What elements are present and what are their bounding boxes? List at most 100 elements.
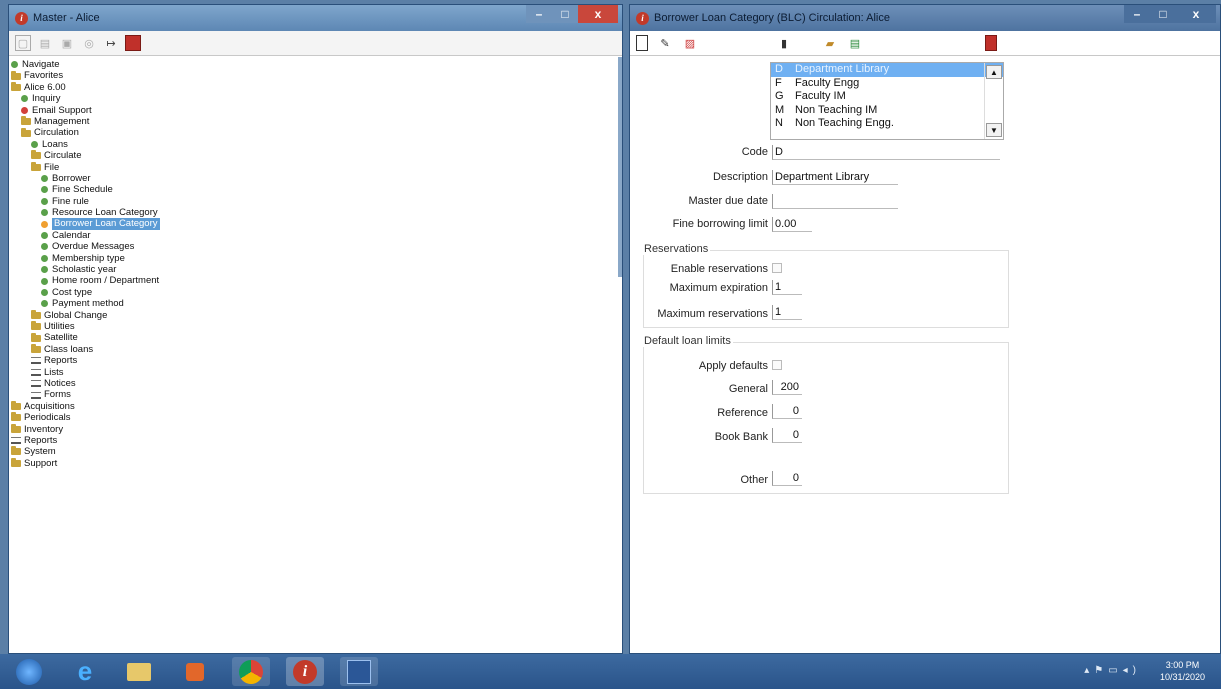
category-list-item[interactable]: M Non Teaching IM <box>771 104 1003 118</box>
clock[interactable]: 3:00 PM 10/31/2020 <box>1160 659 1205 683</box>
book-bank-field[interactable]: 0 <box>772 428 802 443</box>
save-icon[interactable]: ▮ <box>776 35 792 51</box>
alice-taskbar-icon[interactable]: i <box>286 657 324 686</box>
tree-item[interactable]: Alice 6.00 <box>9 82 622 93</box>
tree-item[interactable]: Periodicals <box>9 412 622 423</box>
tree-item[interactable]: Calendar <box>9 230 622 241</box>
tree-item[interactable]: Payment method <box>9 298 622 309</box>
tree-item[interactable]: Inquiry <box>9 93 622 104</box>
volume-icon[interactable]: ◂) <box>1123 665 1141 676</box>
master-titlebar[interactable]: i Master - Alice – □ x <box>9 5 622 31</box>
refresh-icon[interactable]: ◎ <box>81 35 97 51</box>
tree-item-label: Borrower <box>52 172 91 184</box>
edit-icon[interactable]: ▤ <box>37 35 53 51</box>
tree-item[interactable]: Favorites <box>9 70 622 81</box>
tree-item[interactable]: File <box>9 162 622 173</box>
exit-door-icon[interactable] <box>125 35 141 51</box>
tree-item[interactable]: Lists <box>9 367 622 378</box>
start-button[interactable] <box>10 657 48 686</box>
tree-item[interactable]: Circulate <box>9 150 622 161</box>
category-list-item[interactable]: F Faculty Engg <box>771 77 1003 91</box>
tree-item[interactable]: Fine Schedule <box>9 184 622 195</box>
tree-item[interactable]: Class loans <box>9 344 622 355</box>
flag-icon[interactable]: ⚑ <box>1094 665 1108 676</box>
tree-item[interactable]: Navigate <box>9 59 622 70</box>
tree-item[interactable]: Home room / Department <box>9 275 622 286</box>
new-record-icon[interactable] <box>636 35 648 51</box>
category-list-item[interactable]: G Faculty IM <box>771 90 1003 104</box>
network-icon[interactable]: ▭ <box>1108 665 1122 676</box>
word-icon[interactable] <box>340 657 378 686</box>
tree-item[interactable]: Utilities <box>9 321 622 332</box>
maximize-button[interactable]: □ <box>1150 5 1176 23</box>
tree-item[interactable]: Loans <box>9 139 622 150</box>
tree-item[interactable]: Notices <box>9 378 622 389</box>
maximum-expiration-field[interactable]: 1 <box>772 280 802 295</box>
category-list-item[interactable]: N Non Teaching Engg. <box>771 117 1003 131</box>
tree-item-label: Calendar <box>52 229 91 241</box>
internet-explorer-icon[interactable]: e <box>66 656 104 686</box>
tree-item[interactable]: Email Support <box>9 105 622 116</box>
tree-item[interactable]: Scholastic year <box>9 264 622 275</box>
file-explorer-icon[interactable] <box>120 657 158 686</box>
edit-record-icon[interactable]: ✎ <box>657 35 673 51</box>
maximize-button[interactable]: □ <box>552 5 578 23</box>
tree-item[interactable]: Borrower <box>9 173 622 184</box>
close-button[interactable]: x <box>1176 5 1216 23</box>
code-field[interactable]: D <box>772 145 1000 160</box>
tree-item[interactable]: Membership type <box>9 253 622 264</box>
minimize-button[interactable]: – <box>1124 5 1150 23</box>
tree-item[interactable]: Borrower Loan Category <box>9 218 622 230</box>
other-field[interactable]: 0 <box>772 471 802 486</box>
new-icon[interactable]: ▢ <box>15 35 31 51</box>
tree-item-label: Utilities <box>44 320 75 332</box>
folder-icon <box>11 412 21 422</box>
tree-item[interactable]: Global Change <box>9 310 622 321</box>
tree-item[interactable]: Cost type <box>9 287 622 298</box>
tree-item[interactable]: Reports <box>9 355 622 366</box>
green-dot-icon <box>41 300 48 308</box>
list-scrollbar[interactable]: ▲ ▼ <box>984 63 1003 139</box>
apply-defaults-checkbox[interactable] <box>772 360 782 370</box>
open-icon[interactable]: ▰ <box>822 35 838 51</box>
delete-record-icon[interactable]: ▨ <box>682 35 698 51</box>
tree-item[interactable]: Support <box>9 458 622 469</box>
tree-item[interactable]: Reports <box>9 435 622 446</box>
scroll-down-arrow-icon[interactable]: ▼ <box>986 123 1002 137</box>
tree-item[interactable]: Resource Loan Category <box>9 207 622 218</box>
exit-door-icon[interactable] <box>985 35 997 51</box>
tray-arrow-icon[interactable]: ▴ <box>1084 665 1094 676</box>
folder-icon <box>21 127 31 137</box>
blc-titlebar[interactable]: i Borrower Loan Category (BLC) Circulati… <box>630 5 1220 31</box>
navigate-icon[interactable]: ↦ <box>103 35 119 51</box>
scroll-up-arrow-icon[interactable]: ▲ <box>986 65 1002 79</box>
reference-field[interactable]: 0 <box>772 404 802 419</box>
category-list-item[interactable]: D Department Library <box>771 63 1003 77</box>
tree-scrollbar[interactable] <box>618 57 622 277</box>
tree-item[interactable]: Acquisitions <box>9 401 622 412</box>
tree-item[interactable]: Satellite <box>9 332 622 343</box>
description-field[interactable]: Department Library <box>772 170 898 185</box>
fine-borrowing-limit-field[interactable]: 0.00 <box>772 217 812 232</box>
reservations-group-title: Reservations <box>642 243 711 255</box>
tree-item[interactable]: Circulation <box>9 127 622 138</box>
chrome-icon[interactable] <box>232 657 270 686</box>
tree-item[interactable]: Overdue Messages <box>9 241 622 252</box>
minimize-button[interactable]: – <box>526 5 552 23</box>
media-player-icon[interactable] <box>176 657 214 686</box>
general-field[interactable]: 200 <box>772 380 802 395</box>
category-listbox[interactable]: D Department Library F Faculty Engg G Faculty… <box>770 62 1004 140</box>
master-due-date-field[interactable] <box>772 194 898 209</box>
maximum-reservations-field[interactable]: 1 <box>772 305 802 320</box>
enable-reservations-checkbox[interactable] <box>772 263 782 273</box>
tree-item[interactable]: Forms <box>9 389 622 400</box>
close-button[interactable]: x <box>578 5 618 23</box>
tree-item[interactable]: Inventory <box>9 424 622 435</box>
tree-item[interactable]: Fine rule <box>9 196 622 207</box>
taskbar: e i ▴⚑▭◂) 3:00 PM 10/31/2020 <box>0 654 1221 689</box>
print-icon[interactable]: ▤ <box>847 35 863 51</box>
folder-icon <box>21 116 31 126</box>
tree-item[interactable]: Management <box>9 116 622 127</box>
delete-icon[interactable]: ▣ <box>59 35 75 51</box>
tree-item[interactable]: System <box>9 446 622 457</box>
